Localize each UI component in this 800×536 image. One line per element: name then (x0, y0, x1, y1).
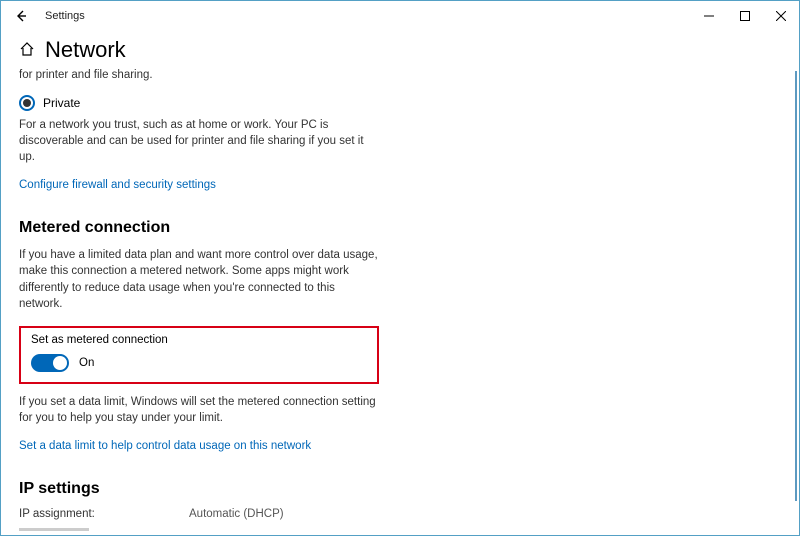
close-icon (776, 11, 786, 21)
back-button[interactable] (1, 1, 41, 31)
minimize-button[interactable] (691, 2, 727, 30)
radio-icon (19, 95, 35, 111)
content-area: Network for printer and file sharing. Pr… (1, 31, 799, 531)
close-button[interactable] (763, 2, 799, 30)
metered-toggle-state: On (79, 357, 94, 369)
scrollbar[interactable] (795, 71, 797, 501)
ip-assignment-value: Automatic (DHCP) (189, 508, 284, 520)
ip-title: IP settings (19, 480, 781, 498)
home-icon (19, 41, 35, 60)
minimize-icon (704, 11, 714, 21)
window-title: Settings (41, 10, 85, 22)
toggle-knob-icon (53, 356, 67, 370)
maximize-button[interactable] (727, 2, 763, 30)
intro-text: for printer and file sharing. (19, 67, 379, 83)
ip-assignment-row: IP assignment: Automatic (DHCP) (19, 508, 781, 520)
ip-assignment-label: IP assignment: (19, 508, 189, 520)
metered-title: Metered connection (19, 219, 781, 237)
metered-toggle[interactable] (31, 354, 69, 372)
edit-button[interactable]: Edit (19, 528, 89, 531)
maximize-icon (740, 11, 750, 21)
data-limit-link[interactable]: Set a data limit to help control data us… (19, 440, 781, 452)
metered-desc: If you have a limited data plan and want… (19, 247, 379, 311)
firewall-link[interactable]: Configure firewall and security settings (19, 179, 781, 191)
highlight-box: Set as metered connection On (19, 326, 379, 384)
limit-desc: If you set a data limit, Windows will se… (19, 394, 379, 426)
titlebar: Settings (1, 1, 799, 31)
profile-desc: For a network you trust, such as at home… (19, 117, 379, 165)
radio-label: Private (43, 96, 80, 110)
page-title: Network (45, 37, 126, 63)
back-arrow-icon (14, 9, 28, 23)
profile-private-radio[interactable]: Private (19, 95, 781, 111)
metered-toggle-label: Set as metered connection (31, 334, 367, 346)
